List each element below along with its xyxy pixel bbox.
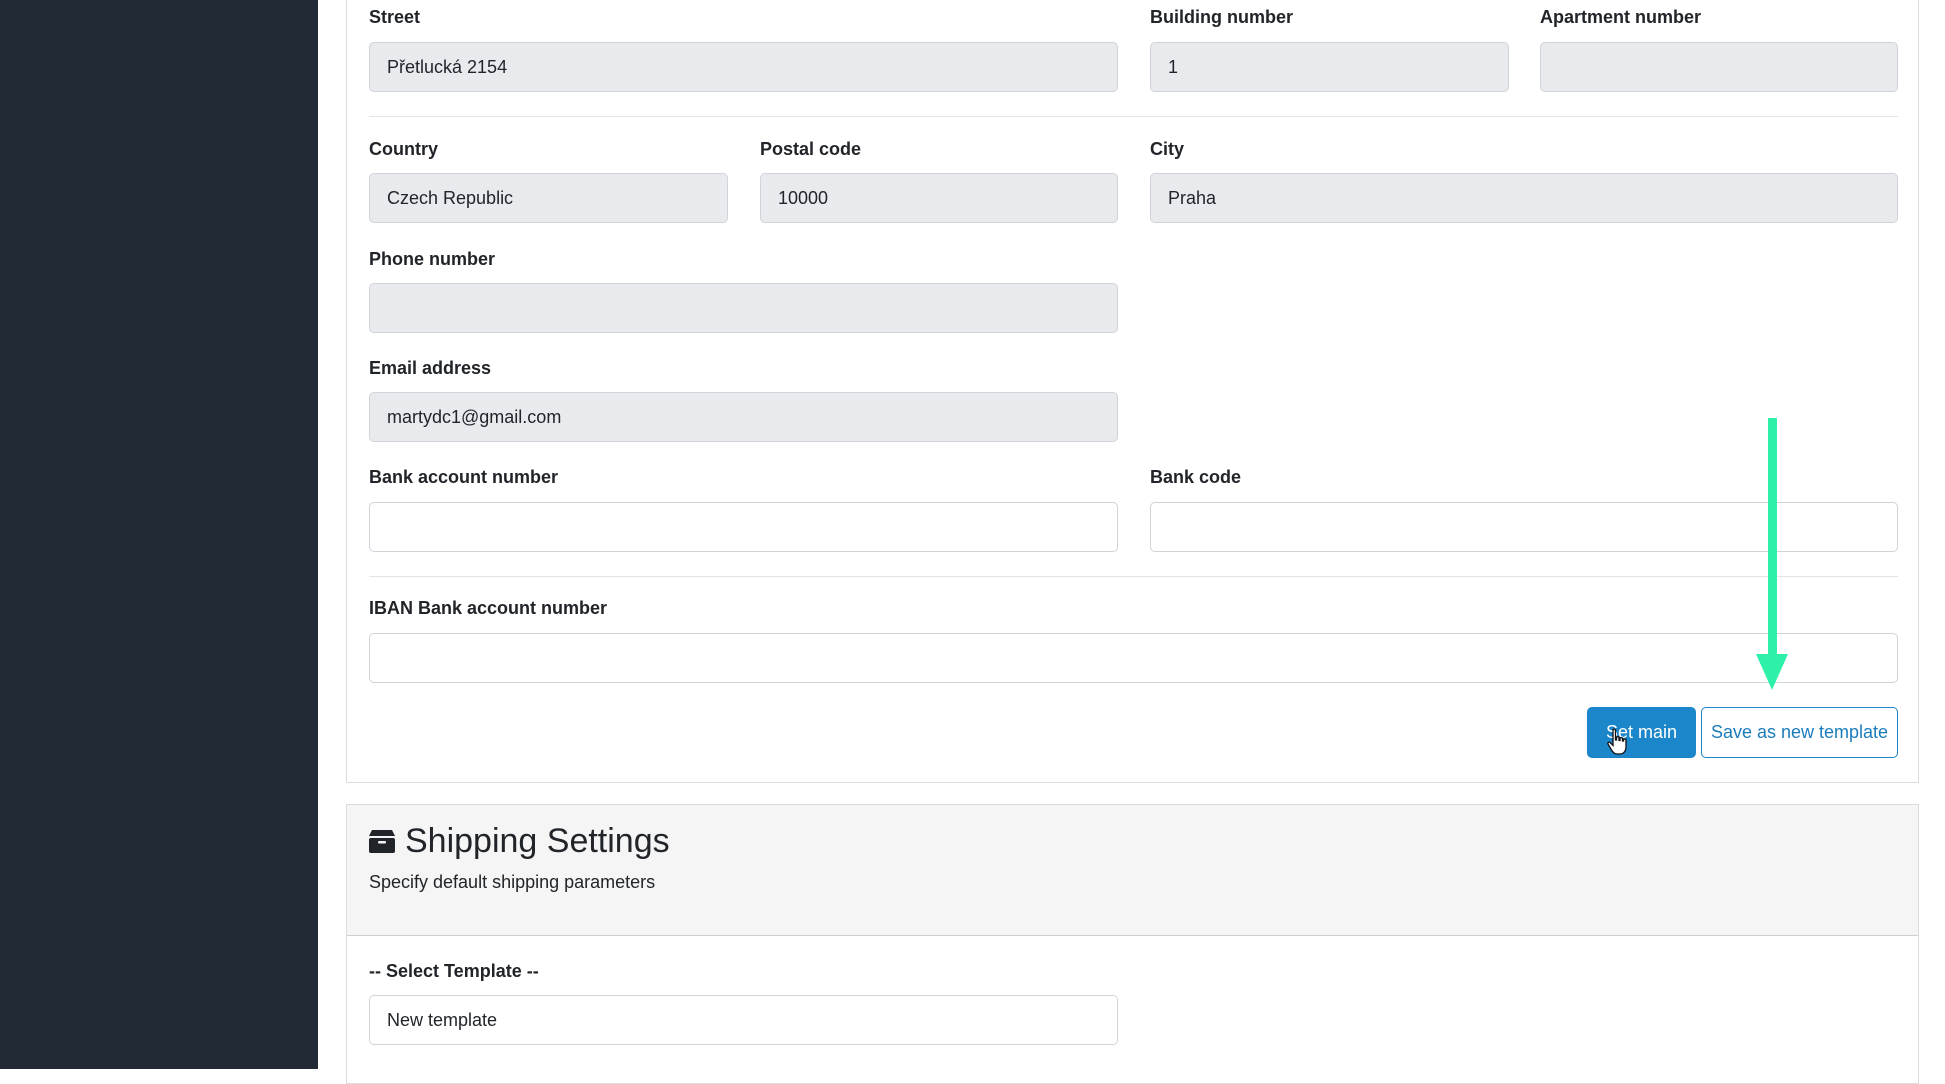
apartment-number-field[interactable] [1540,42,1898,92]
bank-account-field[interactable] [369,502,1118,552]
save-as-new-template-button[interactable]: Save as new template [1701,707,1898,758]
city-field[interactable]: Praha [1150,173,1898,223]
postal-code-label: Postal code [760,139,862,159]
address-card: Street Přetlucká 2154 Building number 1 … [346,0,1919,783]
shipping-settings-card: Shipping Settings Specify default shippi… [346,804,1919,1084]
set-main-button[interactable]: Set main [1587,707,1696,758]
city-label: City [1150,139,1185,159]
shipping-settings-title: Shipping Settings [405,822,670,860]
select-template-label: -- Select Template -- [369,961,539,981]
street-label: Street [369,7,421,27]
country-field[interactable]: Czech Republic [369,173,728,223]
box-icon [369,830,395,853]
phone-number-field[interactable] [369,283,1118,333]
main-content: Street Přetlucká 2154 Building number 1 … [318,0,1945,1084]
email-label: Email address [369,358,492,378]
select-template-field[interactable]: New template [369,995,1118,1045]
bank-code-label: Bank code [1150,467,1242,487]
building-number-label: Building number [1150,7,1293,27]
sidebar [0,0,318,1069]
apartment-number-label: Apartment number [1540,7,1702,27]
divider [369,116,1898,117]
building-number-field[interactable]: 1 [1150,42,1509,92]
email-field[interactable]: martydc1@gmail.com [369,392,1118,442]
phone-number-label: Phone number [369,249,496,269]
postal-code-field[interactable]: 10000 [760,173,1118,223]
country-label: Country [369,139,438,159]
iban-label: IBAN Bank account number [369,598,608,618]
shipping-settings-subtitle: Specify default shipping parameters [369,872,656,892]
shipping-settings-header: Shipping Settings Specify default shippi… [347,805,1918,936]
street-field[interactable]: Přetlucká 2154 [369,42,1118,92]
iban-field[interactable] [369,633,1898,683]
arrow-down-icon [1756,418,1788,690]
bank-account-label: Bank account number [369,467,559,487]
divider [369,576,1898,577]
hand-cursor-icon [1607,728,1627,755]
